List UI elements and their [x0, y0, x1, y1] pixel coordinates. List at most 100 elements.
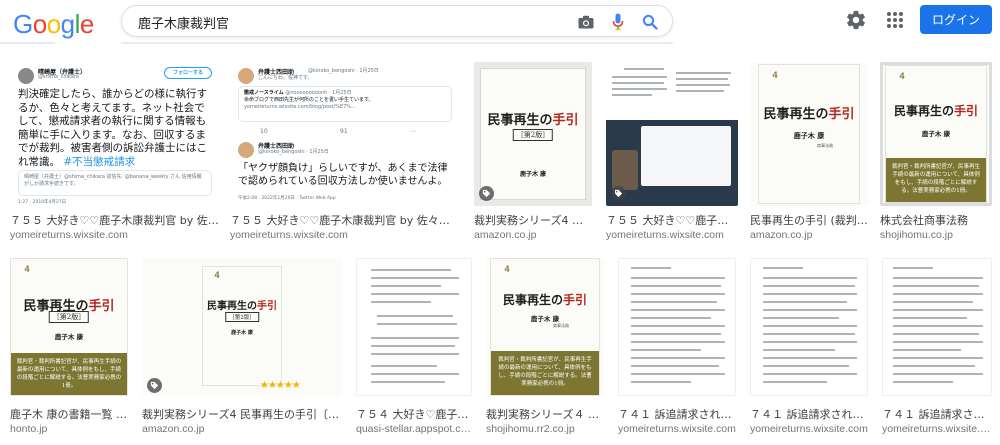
image-result[interactable]: 4 民事再生の手引 ［第2版］ 鹿子木 康 裁判官・裁判所書記官が、民事再生手続…: [10, 258, 128, 440]
result-thumbnail: 4 民事再生の手引 鹿子木 康 商事法務: [750, 62, 868, 206]
result-source: shojihomu.rr2.co.jp: [486, 423, 575, 435]
tweet-hashtag: #不当懲戒請求: [63, 155, 136, 168]
tweet-text: こんにちわ。佐神です。: [258, 75, 313, 81]
tweet-body: 「ヤクザ顔負け」らしいですが、あくまで法律で認められている回収方法しか使いません…: [238, 163, 448, 187]
logo-letter: o: [46, 9, 61, 39]
header-divider: [0, 42, 1000, 44]
tweet-author-handle: @kinoko_bengoshi · 1月25日: [308, 68, 379, 74]
document-page: [618, 258, 736, 396]
rating-stars: ★★★★★: [260, 380, 301, 391]
book-title: 民事再生の手引: [481, 109, 585, 128]
series-emblem-icon: 4: [24, 264, 30, 274]
result-title: 鹿子木 康の書籍一覧 - honto: [10, 408, 128, 421]
tweet-timestamp: 午後2:08 · 2022年1月26日 · Twitter Web App: [238, 196, 336, 201]
book-title-accent: 手引: [88, 299, 115, 314]
tweet-text-image: [606, 62, 738, 120]
image-result[interactable]: ７４１ 訴追請求されち... yomeireturns.wixsite.com: [882, 258, 992, 440]
book-title-accent: 手引: [257, 301, 277, 312]
book-edition: ［第2版］: [512, 129, 554, 141]
image-result[interactable]: 4 民事再生の手引 鹿子木 康 商事法務 裁判官・裁判所書記官が、民事再生手続の…: [486, 258, 604, 440]
image-result[interactable]: ７４１ 訴追請求されち... yomeireturns.wixsite.com: [618, 258, 736, 440]
camera-icon[interactable]: [576, 12, 596, 32]
book-title-main: 民事再生の: [487, 113, 553, 128]
book-band-text: 裁判官・裁判所書記官が、民事再生手続の最新の運用について、具体例をもし、手続の段…: [11, 353, 127, 395]
image-result[interactable]: 民事再生の手引 ［第2版］ 鹿子木 康 裁判実務シリーズ4 民事再生の手引...…: [474, 62, 592, 244]
quoted-tweet-card: [641, 126, 731, 186]
person-photo: [612, 150, 638, 190]
result-thumbnail: [750, 258, 868, 396]
result-title: ７５５ 大好き♡♡鹿子木康裁判官 by 佐々木...: [10, 214, 220, 227]
result-thumbnail: 4 民事再生の手引 ［第2版］ 鹿子木 康 裁判官・裁判所書記官が、民事再生手続…: [10, 258, 128, 396]
book-title-accent: 手引: [954, 104, 979, 118]
tweet-author-handle: @kinoko_bengoshi · 1月25日: [258, 149, 329, 155]
result-title: 裁判実務シリーズ4 民事再生の手引〔第2版〕: [142, 408, 342, 421]
header: Google ログイン: [0, 0, 1000, 42]
avatar: [238, 68, 254, 84]
image-result[interactable]: 弁護士西田助 @kinoko_bengoshi · 1月25日 こんにちわ。佐神…: [230, 62, 460, 244]
book-publisher: 商事法務: [553, 323, 569, 328]
image-result[interactable]: 晴崎屋（弁護士） @shima_chikara フォローする 判決確定したら、誰…: [10, 62, 220, 244]
image-result[interactable]: 4 民事再生の手引 ［第2版］ 鹿子木 康 ★★★★★ 裁判実務シリーズ4 民事…: [142, 258, 342, 440]
book-cover: 4 民事再生の手引 鹿子木 康 商事法務: [758, 64, 860, 204]
result-title: ７４１ 訴追請求されち...: [882, 408, 992, 421]
result-source: yomeireturns.wixsite.com: [606, 229, 724, 241]
quoted-text: 余命ブログで西田先生が何所のことを書い手生ています。: [244, 97, 374, 103]
image-result[interactable]: 4 民事再生の手引 鹿子木 康 裁判官・裁判所書記官が、民事再生手続の最新の運用…: [880, 62, 992, 244]
logo-letter: G: [13, 9, 33, 39]
book-title-main: 民事再生の: [763, 107, 829, 122]
result-title: 裁判実務シリーズ４ 民事再生の...: [486, 408, 604, 421]
result-source: yomeireturns.wixsite.com: [750, 423, 868, 435]
tweet-screenshot: 弁護士西田助 @kinoko_bengoshi · 1月25日 こんにちわ。佐神…: [230, 62, 460, 206]
result-source: yomeireturns.wixsite.com: [230, 229, 348, 241]
logo-letter: o: [32, 9, 47, 39]
book-title-main: 民事再生の: [893, 104, 954, 118]
settings-gear-icon[interactable]: [845, 9, 867, 31]
result-title: ７４１ 訴追請求されち...: [750, 408, 868, 421]
microphone-icon[interactable]: [608, 12, 628, 32]
series-emblem-icon: 4: [504, 264, 510, 274]
book-author: 鹿子木 康: [54, 333, 84, 341]
result-source: yomeireturns.wixsite.com: [10, 229, 128, 241]
image-result[interactable]: 4 民事再生の手引 鹿子木 康 商事法務 民事再生の手引 (裁判実務シリーズ) …: [750, 62, 868, 244]
result-thumbnail: 4 民事再生の手引 ［第2版］ 鹿子木 康 ★★★★★: [142, 258, 342, 396]
result-thumbnail: 4 民事再生の手引 鹿子木 康 商事法務 裁判官・裁判所書記官が、民事再生手続の…: [486, 258, 604, 396]
book-band-text: 裁判官・裁判所書記官が、民事再生手続の最新の運用について、具体例をもし、手続の段…: [491, 351, 599, 395]
image-result[interactable]: ７５４ 大好き♡鹿子木康... quasi-stellar.appspot.co…: [356, 258, 472, 440]
book-title-accent: 手引: [563, 293, 588, 307]
result-thumbnail: 晴崎屋（弁護士） @shima_chikara フォローする 判決確定したら、誰…: [10, 62, 220, 206]
quoted-reply: 晴崎屋（弁護士）@shima_chikara 返信先: @banana_week…: [18, 170, 212, 196]
series-emblem-icon: 4: [214, 270, 220, 280]
book-title-accent: 手引: [552, 113, 579, 128]
document-page: [356, 258, 472, 396]
google-logo[interactable]: Google: [13, 9, 94, 40]
text-lines: [606, 62, 738, 120]
quoted-author: 懲戒ノースライム: [244, 90, 284, 96]
book-author: 鹿子木 康: [530, 315, 560, 323]
result-source: amazon.co.jp: [474, 229, 537, 241]
product-tag-icon: [147, 378, 162, 393]
login-button[interactable]: ログイン: [920, 5, 992, 34]
avatar: [18, 68, 34, 84]
quoted-url: yomeireturns.wixsite.com/blog/post/%E7%.…: [244, 104, 356, 110]
result-source: quasi-stellar.appspot.com: [356, 423, 472, 435]
divider-segment: [121, 42, 673, 44]
series-emblem-icon: 4: [772, 70, 778, 80]
reply-count: 10: [260, 128, 268, 135]
image-result[interactable]: ７５５ 大好き♡♡鹿子木康... yomeireturns.wixsite.co…: [606, 62, 738, 244]
product-tag-icon: [479, 186, 494, 201]
result-thumbnail: 弁護士西田助 @kinoko_bengoshi · 1月25日 こんにちわ。佐神…: [230, 62, 460, 206]
result-title: ７５５ 大好き♡♡鹿子木康...: [606, 214, 738, 227]
book-title: 民事再生の手引: [491, 291, 599, 308]
search-icon[interactable]: [640, 12, 660, 32]
result-source: amazon.co.jp: [750, 229, 813, 241]
tweet-author-handle: @shima_chikara: [38, 74, 79, 80]
search-input[interactable]: [138, 13, 558, 31]
apps-grid-icon[interactable]: [885, 10, 905, 30]
book-title: 民事再生の手引: [759, 103, 859, 122]
book-title-main: 民事再生の: [502, 293, 563, 307]
product-tag-icon: [611, 186, 626, 201]
result-thumbnail: [618, 258, 736, 396]
result-source: shojihomu.co.jp: [880, 229, 953, 241]
image-result[interactable]: ７４１ 訴追請求されち... yomeireturns.wixsite.com: [750, 258, 868, 440]
document-page: [882, 258, 992, 396]
